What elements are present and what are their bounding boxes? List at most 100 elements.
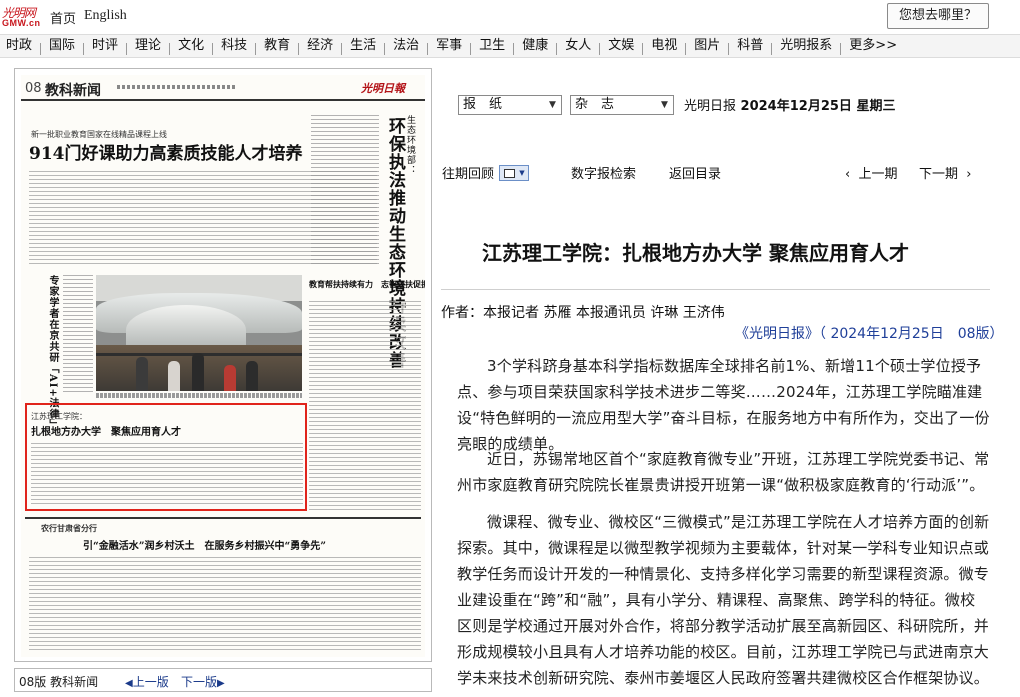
chevron-down-icon: ▼	[549, 100, 556, 110]
photo-caption	[96, 393, 302, 398]
nav-item[interactable]: 理论	[129, 35, 167, 57]
chevron-left-icon: ‹	[845, 167, 851, 182]
title-divider	[441, 289, 990, 290]
where-to-go-button[interactable]: 您想去哪里？	[887, 3, 989, 29]
top-bar: 光明网 GMW.cn 首页 English 您想去哪里？	[0, 0, 1020, 34]
logo-subtext: GMW.cn	[2, 18, 41, 28]
article-title: 江苏理工学院：扎根地方办大学 聚焦应用育人才	[482, 241, 909, 265]
newspaper-select[interactable]: 报 纸 ▼	[458, 95, 562, 115]
nav-separator	[83, 43, 85, 55]
prev-issue-label: 上一期	[858, 167, 898, 182]
nav-item[interactable]: 生活	[344, 35, 382, 57]
article-paragraph-1: 3个学科跻身基本科学指标数据库全球排名前1%、新增11个硕士学位授予点、参与项目…	[457, 357, 990, 453]
channel-nav: 时政 国际 时评 理论 文化 科技 教育 经济 生活 法治 军事 卫生 健康 女人 文娱 电视 图片 科普 光明报系…	[0, 34, 1020, 58]
prev-edition-label: 上一版	[132, 675, 169, 689]
page-header-meta	[117, 85, 237, 89]
magazine-select-value: 杂 志	[575, 97, 615, 112]
newspaper-page-panel: 08 教科新闻 光明日報 新一批职业教育国家在线精品课程上线 914门好课助力高…	[14, 68, 432, 662]
nav-item[interactable]: 法治	[387, 35, 425, 57]
nav-separator	[470, 43, 472, 55]
nav-item[interactable]: 女人	[559, 35, 597, 57]
nav-item[interactable]: 卫生	[473, 35, 511, 57]
chevron-right-icon: ›	[966, 167, 972, 182]
nav-separator	[212, 43, 214, 55]
vertical-story-text	[311, 115, 379, 265]
next-issue-link[interactable]: 下一期 ›	[919, 163, 971, 182]
bottom-kicker: 农行甘肃省分行	[41, 524, 97, 533]
nav-item[interactable]: 电视	[645, 35, 683, 57]
article-source[interactable]: 《光明日报》（ 2024年12月25日 08版）	[735, 323, 1004, 343]
mid-headline[interactable]: 教育帮扶持续有力 志智双扶促振兴	[309, 279, 425, 290]
nav-item[interactable]: 更多>>	[843, 35, 903, 57]
nav-separator	[427, 43, 429, 55]
nav-separator	[599, 43, 601, 55]
newspaper-select-value: 报 纸	[463, 97, 503, 112]
newspaper-page-image[interactable]: 08 教科新闻 光明日報 新一批职业教育国家在线精品课程上线 914门好课助力高…	[21, 75, 425, 657]
issue-date-line: 光明日报 2024年12月25日 星期三	[684, 95, 895, 114]
triangle-left-icon: ◀	[125, 678, 133, 689]
prev-issue-link[interactable]: ‹ 上一期	[845, 163, 897, 182]
bottom-body-text	[29, 557, 421, 651]
nav-item[interactable]: 时评	[86, 35, 124, 57]
side-story-text	[63, 275, 93, 395]
nav-item[interactable]: 光明报系	[774, 35, 838, 57]
edition-label: 08版 教科新闻	[19, 675, 99, 689]
page-section: 教科新闻	[45, 83, 101, 99]
archive-label: 往期回顾	[442, 167, 495, 182]
nav-separator	[513, 43, 515, 55]
nav-item[interactable]: 健康	[516, 35, 554, 57]
next-edition-link[interactable]: 下一版▶	[181, 673, 225, 690]
chevron-down-icon: ▼	[661, 100, 668, 110]
nav-item[interactable]: 科普	[731, 35, 769, 57]
calendar-picker-button[interactable]: ▼	[499, 165, 529, 181]
nav-item[interactable]: 文娱	[602, 35, 640, 57]
highlight-headline[interactable]: 扎根地方办大学 聚焦应用育人才	[31, 423, 181, 438]
page-masthead: 光明日報	[361, 82, 405, 95]
nav-separator	[642, 43, 644, 55]
article-paragraph-3: 微课程、微专业、微校区“三微模式”是江苏理工学院在人才培养方面的创新探索。其中，…	[457, 513, 990, 687]
nav-item[interactable]: 教育	[258, 35, 296, 57]
magazine-select[interactable]: 杂 志 ▼	[570, 95, 674, 115]
bottom-headline[interactable]: 引“金融活水”润乡村沃土 在服务乡村振兴中“勇争先”	[83, 537, 326, 552]
highlight-body-text	[31, 443, 303, 507]
nav-separator	[384, 43, 386, 55]
issue-weekday: 星期三	[856, 99, 896, 114]
bottom-divider	[25, 517, 421, 519]
back-to-toc-link[interactable]: 返回目录	[669, 163, 721, 182]
prev-edition-link[interactable]: ◀上一版	[125, 673, 169, 690]
english-link[interactable]: English	[84, 8, 127, 24]
nav-separator	[126, 43, 128, 55]
nav-item[interactable]: 时政	[0, 35, 38, 57]
nav-item[interactable]: 军事	[430, 35, 468, 57]
issue-date: 2024年12月25日	[740, 99, 852, 114]
nav-separator	[728, 43, 730, 55]
nav-item[interactable]: 文化	[172, 35, 210, 57]
home-link[interactable]: 首页	[50, 8, 76, 27]
page-header: 08 教科新闻 光明日報	[21, 75, 425, 101]
nav-separator	[556, 43, 558, 55]
next-issue-label: 下一期	[919, 167, 959, 182]
nav-separator	[840, 43, 842, 55]
article-byline: 作者：本报记者 苏雁 本报通讯员 许琳 王济伟	[441, 305, 725, 321]
news-photo-frozen-waterfall	[96, 275, 302, 391]
nav-separator	[298, 43, 300, 55]
calendar-icon	[504, 169, 515, 178]
page-number: 08	[25, 81, 42, 96]
article-paragraph-2: 近日，苏锡常地区首个“家庭教育微专业”开班，江苏理工学院党委书记、常州市家庭教育…	[457, 450, 990, 494]
lead-headline[interactable]: 914门好课助力高素质技能人才培养	[29, 139, 303, 164]
gmw-logo[interactable]: 光明网 GMW.cn	[2, 4, 46, 30]
publication-name: 光明日报	[684, 99, 737, 114]
dropdown-arrow-icon: ▼	[519, 169, 525, 177]
next-edition-label: 下一版	[181, 675, 218, 689]
nav-separator	[40, 43, 42, 55]
mid-story-text	[309, 301, 421, 511]
digital-search-link[interactable]: 数字报检索	[571, 163, 636, 182]
nav-separator	[169, 43, 171, 55]
nav-item[interactable]: 国际	[43, 35, 81, 57]
nav-separator	[255, 43, 257, 55]
nav-separator	[341, 43, 343, 55]
nav-item[interactable]: 经济	[301, 35, 339, 57]
nav-item[interactable]: 科技	[215, 35, 253, 57]
nav-item[interactable]: 图片	[688, 35, 726, 57]
triangle-right-icon: ▶	[217, 678, 225, 689]
